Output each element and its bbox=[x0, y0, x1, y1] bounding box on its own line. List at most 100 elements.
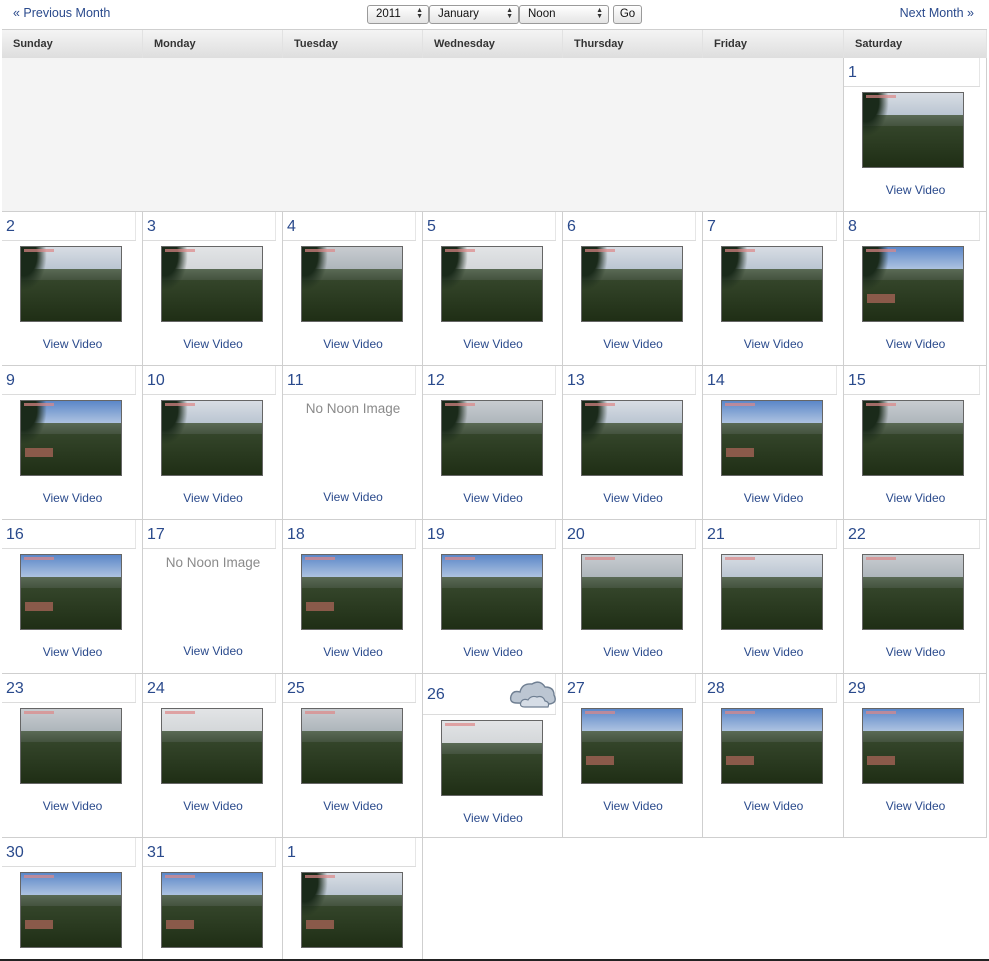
noon-image-thumbnail[interactable] bbox=[721, 554, 823, 630]
day-number[interactable]: 1 bbox=[287, 844, 296, 862]
noon-image-thumbnail[interactable] bbox=[161, 400, 263, 476]
previous-month-link[interactable]: « Previous Month bbox=[13, 6, 110, 20]
day-cell: 25 View Video bbox=[283, 674, 423, 838]
view-video-link[interactable]: View Video bbox=[563, 491, 703, 505]
day-number[interactable]: 14 bbox=[707, 372, 725, 390]
day-number[interactable]: 10 bbox=[147, 372, 165, 390]
day-number[interactable]: 29 bbox=[848, 680, 866, 698]
view-video-link[interactable]: View Video bbox=[143, 491, 283, 505]
day-number[interactable]: 8 bbox=[848, 218, 857, 236]
noon-image-thumbnail[interactable] bbox=[441, 554, 543, 630]
day-number[interactable]: 2 bbox=[6, 218, 15, 236]
noon-image-thumbnail[interactable] bbox=[20, 554, 122, 630]
time-select[interactable]: Noon ▲ ▼ bbox=[519, 5, 609, 24]
noon-image-thumbnail[interactable] bbox=[862, 708, 964, 784]
noon-image-thumbnail[interactable] bbox=[161, 708, 263, 784]
view-video-link[interactable]: View Video bbox=[703, 799, 844, 813]
chevron-updown-icon: ▲ ▼ bbox=[416, 7, 423, 20]
noon-image-thumbnail[interactable] bbox=[581, 554, 683, 630]
day-number[interactable]: 25 bbox=[287, 680, 305, 698]
noon-image-thumbnail[interactable] bbox=[301, 872, 403, 948]
day-number[interactable]: 23 bbox=[6, 680, 24, 698]
view-video-link[interactable]: View Video bbox=[844, 337, 987, 351]
view-video-link[interactable]: View Video bbox=[423, 337, 563, 351]
day-number[interactable]: 26 bbox=[427, 686, 445, 704]
day-number[interactable]: 19 bbox=[427, 526, 445, 544]
noon-image-thumbnail[interactable] bbox=[721, 246, 823, 322]
noon-image-thumbnail[interactable] bbox=[441, 720, 543, 796]
view-video-link[interactable]: View Video bbox=[283, 799, 423, 813]
day-number[interactable]: 5 bbox=[427, 218, 436, 236]
day-number[interactable]: 11 bbox=[287, 372, 304, 390]
day-number[interactable]: 20 bbox=[567, 526, 585, 544]
day-number[interactable]: 31 bbox=[147, 844, 165, 862]
view-video-link[interactable]: View Video bbox=[2, 799, 143, 813]
day-number[interactable]: 24 bbox=[147, 680, 165, 698]
day-number[interactable]: 27 bbox=[567, 680, 585, 698]
year-select[interactable]: 2011 ▲ ▼ bbox=[367, 5, 429, 24]
view-video-link[interactable]: View Video bbox=[143, 644, 283, 658]
view-video-link[interactable]: View Video bbox=[423, 491, 563, 505]
noon-image-thumbnail[interactable] bbox=[581, 246, 683, 322]
noon-image-thumbnail[interactable] bbox=[20, 246, 122, 322]
view-video-link[interactable]: View Video bbox=[143, 337, 283, 351]
view-video-link[interactable]: View Video bbox=[2, 645, 143, 659]
noon-image-thumbnail[interactable] bbox=[862, 554, 964, 630]
day-number[interactable]: 15 bbox=[848, 372, 866, 390]
day-number[interactable]: 16 bbox=[6, 526, 24, 544]
view-video-link[interactable]: View Video bbox=[703, 645, 844, 659]
day-number[interactable]: 17 bbox=[147, 526, 165, 544]
noon-image-thumbnail[interactable] bbox=[301, 246, 403, 322]
view-video-link[interactable]: View Video bbox=[143, 799, 283, 813]
view-video-link[interactable]: View Video bbox=[563, 645, 703, 659]
day-number[interactable]: 4 bbox=[287, 218, 296, 236]
noon-image-thumbnail[interactable] bbox=[862, 400, 964, 476]
noon-image-thumbnail[interactable] bbox=[721, 400, 823, 476]
view-video-link[interactable]: View Video bbox=[423, 811, 563, 825]
day-number[interactable]: 18 bbox=[287, 526, 305, 544]
day-number[interactable]: 22 bbox=[848, 526, 866, 544]
view-video-link[interactable]: View Video bbox=[844, 799, 987, 813]
noon-image-thumbnail[interactable] bbox=[721, 708, 823, 784]
day-number[interactable]: 7 bbox=[707, 218, 716, 236]
day-number[interactable]: 6 bbox=[567, 218, 576, 236]
noon-image-thumbnail[interactable] bbox=[161, 872, 263, 948]
noon-image-thumbnail[interactable] bbox=[581, 400, 683, 476]
view-video-link[interactable]: View Video bbox=[563, 799, 703, 813]
noon-image-thumbnail[interactable] bbox=[301, 708, 403, 784]
view-video-link[interactable]: View Video bbox=[563, 337, 703, 351]
view-video-link[interactable]: View Video bbox=[283, 645, 423, 659]
view-video-link[interactable]: View Video bbox=[2, 337, 143, 351]
noon-image-thumbnail[interactable] bbox=[20, 872, 122, 948]
day-number[interactable]: 21 bbox=[707, 526, 725, 544]
noon-image-thumbnail[interactable] bbox=[20, 708, 122, 784]
noon-image-thumbnail[interactable] bbox=[161, 246, 263, 322]
noon-image-thumbnail[interactable] bbox=[441, 400, 543, 476]
day-number[interactable]: 12 bbox=[427, 372, 445, 390]
view-video-link[interactable]: View Video bbox=[423, 645, 563, 659]
day-number[interactable]: 13 bbox=[567, 372, 585, 390]
view-video-link[interactable]: View Video bbox=[844, 645, 987, 659]
day-number[interactable]: 30 bbox=[6, 844, 24, 862]
day-cell: 18 View Video bbox=[283, 520, 423, 674]
month-select[interactable]: January ▲ ▼ bbox=[429, 5, 519, 24]
noon-image-thumbnail[interactable] bbox=[441, 246, 543, 322]
day-number[interactable]: 3 bbox=[147, 218, 156, 236]
noon-image-thumbnail[interactable] bbox=[301, 554, 403, 630]
view-video-link[interactable]: View Video bbox=[283, 337, 423, 351]
view-video-link[interactable]: View Video bbox=[703, 491, 844, 505]
noon-image-thumbnail[interactable] bbox=[862, 246, 964, 322]
go-button[interactable]: Go bbox=[613, 5, 642, 24]
noon-image-thumbnail[interactable] bbox=[20, 400, 122, 476]
view-video-link[interactable]: View Video bbox=[844, 183, 987, 197]
view-video-link[interactable]: View Video bbox=[844, 491, 987, 505]
view-video-link[interactable]: View Video bbox=[2, 491, 143, 505]
noon-image-thumbnail[interactable] bbox=[581, 708, 683, 784]
view-video-link[interactable]: View Video bbox=[703, 337, 844, 351]
next-month-link[interactable]: Next Month » bbox=[900, 6, 974, 20]
day-number[interactable]: 1 bbox=[848, 64, 857, 82]
day-number[interactable]: 9 bbox=[6, 372, 15, 390]
noon-image-thumbnail[interactable] bbox=[862, 92, 964, 168]
day-number[interactable]: 28 bbox=[707, 680, 725, 698]
view-video-link[interactable]: View Video bbox=[283, 490, 423, 504]
